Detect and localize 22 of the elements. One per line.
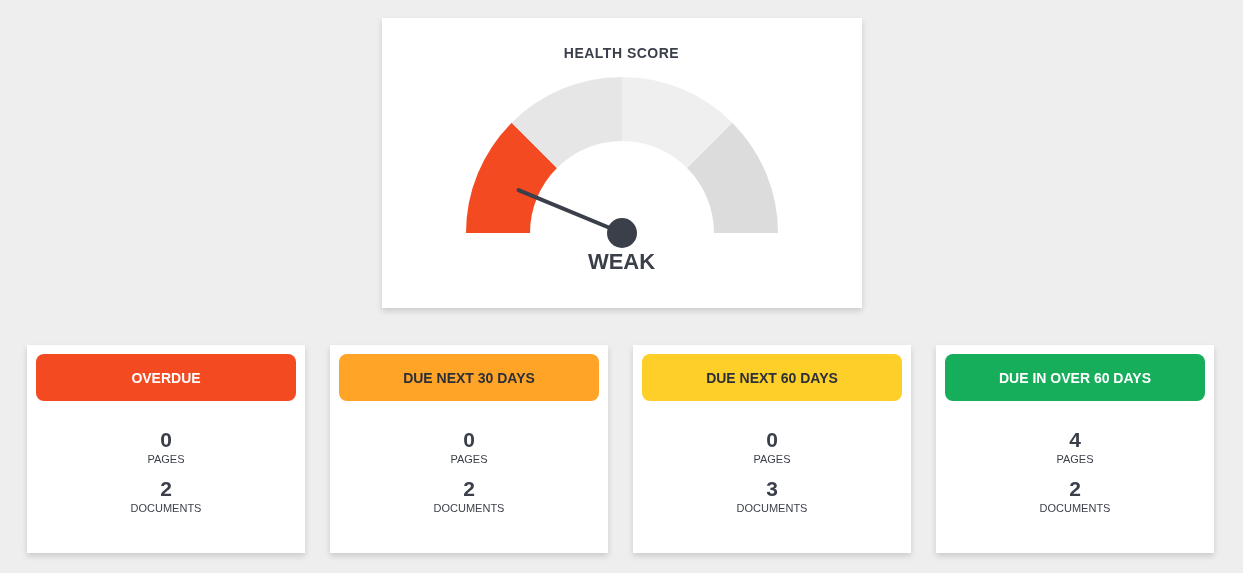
stat-label: PAGES — [147, 453, 185, 465]
stat-label: DOCUMENTS — [736, 502, 808, 514]
card-header: OVERDUE — [36, 354, 296, 401]
stat-label: DOCUMENTS — [130, 502, 202, 514]
stat-value: 2 — [160, 478, 172, 500]
stat-label: DOCUMENTS — [433, 502, 505, 514]
stat-value: 2 — [463, 478, 475, 500]
card-header: DUE NEXT 60 DAYS — [642, 354, 902, 401]
stat-label: PAGES — [753, 453, 791, 465]
stat-value: 0 — [766, 429, 778, 451]
stat-value: 0 — [463, 429, 475, 451]
stat-label: PAGES — [1056, 453, 1094, 465]
stat-label: PAGES — [450, 453, 488, 465]
card-header: DUE NEXT 30 DAYS — [339, 354, 599, 401]
score-rating: WEAK — [587, 249, 656, 275]
stat-value: 3 — [766, 478, 778, 500]
card-header: DUE IN OVER 60 DAYS — [945, 354, 1205, 401]
stat-value: 0 — [160, 429, 172, 451]
stat-value: 2 — [1069, 478, 1081, 500]
card-title: HEALTH SCORE — [563, 45, 680, 61]
stat-label: DOCUMENTS — [1039, 502, 1111, 514]
stat-value: 4 — [1069, 429, 1081, 451]
